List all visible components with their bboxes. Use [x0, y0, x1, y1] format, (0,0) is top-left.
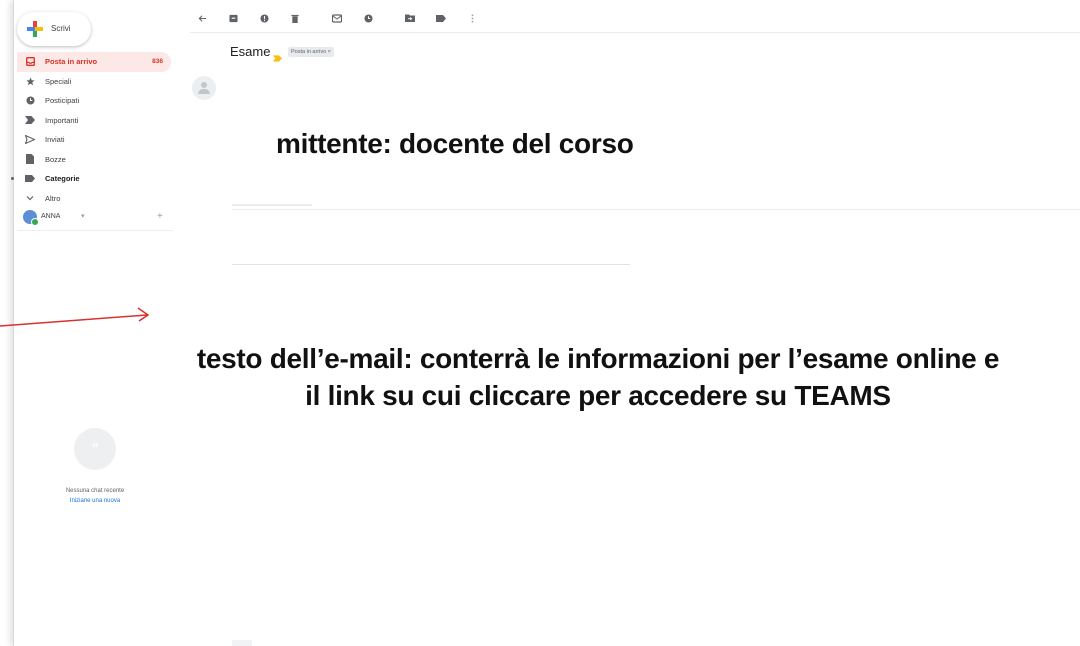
sender-annotation: mittente: docente del corso	[276, 128, 634, 159]
body-annotation: testo dell’e-mail: conterrà le informazi…	[108, 340, 1080, 414]
sender-avatar	[192, 76, 216, 100]
sidebar-item-snoozed[interactable]: Posticipati	[17, 91, 171, 111]
draft-icon	[25, 154, 35, 165]
sidebar-item-label: Posta in arrivo	[45, 57, 98, 67]
clock-icon	[25, 96, 35, 106]
sidebar-item-label: Importanti	[45, 115, 79, 125]
sidebar-item-important[interactable]: Importanti	[17, 111, 171, 131]
report-spam-icon[interactable]	[257, 11, 271, 25]
sidebar-item-label: Speciali	[45, 76, 72, 86]
inbox-label-chip[interactable]: Posta in arrivo ×	[288, 47, 334, 57]
important-icon	[25, 115, 35, 125]
sidebar-item-label: Categorie	[45, 174, 80, 184]
inbox-icon	[25, 57, 35, 67]
sidebar-item-inbox[interactable]: Posta in arrivo 836	[17, 52, 171, 72]
archive-icon[interactable]	[226, 11, 240, 25]
body-annotation-line-2: il link su cui cliccare per accedere su …	[305, 380, 891, 411]
hangouts-account-row[interactable]: ANNA ▾ +	[17, 208, 173, 231]
move-to-folder-icon[interactable]	[403, 11, 417, 25]
divider	[232, 204, 312, 206]
body-annotation-line-1: testo dell’e-mail: conterrà le informazi…	[196, 343, 1000, 374]
divider	[232, 264, 630, 265]
sidebar-item-label: Bozze	[45, 154, 66, 164]
plus-icon	[27, 21, 43, 37]
mark-unread-icon[interactable]	[330, 11, 344, 25]
send-icon	[25, 135, 35, 145]
important-marker-icon[interactable]	[273, 49, 282, 62]
sidebar-item-sent[interactable]: Inviati	[17, 130, 171, 150]
sidebar-item-label: Inviati	[45, 135, 65, 145]
toolbar-divider	[190, 32, 1080, 33]
sidebar-item-label: Posticipati	[45, 96, 80, 106]
no-recent-chats-text: Nessuna chat recente	[65, 488, 125, 494]
expand-dot-icon	[11, 177, 14, 180]
start-new-chat-link[interactable]: Iniziane una nuova	[40, 498, 150, 504]
snooze-icon[interactable]	[361, 11, 375, 25]
sidebar-nav: Posta in arrivo 836 Speciali Posticipati…	[11, 52, 171, 209]
chevron-down-icon[interactable]: ▾	[81, 212, 85, 220]
divider	[232, 209, 1080, 210]
delete-icon[interactable]	[288, 11, 302, 25]
label-icon	[25, 174, 35, 184]
sidebar-item-starred[interactable]: Speciali	[17, 72, 171, 92]
sidebar-item-label: Altro	[45, 193, 61, 203]
email-subject: Esame	[230, 44, 271, 59]
reply-area-hint	[232, 640, 252, 646]
compose-button[interactable]: Scrivi	[17, 12, 91, 46]
sidebar-item-more[interactable]: Altro	[17, 189, 171, 209]
label-icon[interactable]	[434, 11, 448, 25]
chevron-down-icon	[25, 193, 35, 203]
hangouts-quote-icon: ”	[74, 428, 116, 470]
sidebar-item-drafts[interactable]: Bozze	[17, 150, 171, 170]
compose-label: Scrivi	[51, 24, 71, 33]
star-icon	[25, 76, 35, 86]
back-arrow-icon[interactable]	[195, 11, 209, 25]
account-name: ANNA	[41, 213, 61, 220]
gmail-window	[13, 0, 1080, 646]
avatar[interactable]	[23, 210, 39, 226]
sidebar-item-categories[interactable]: Categorie	[11, 169, 171, 189]
more-vert-icon[interactable]	[465, 11, 479, 25]
annotation-arrow	[0, 307, 150, 327]
add-chat-button[interactable]: +	[157, 211, 163, 222]
message-toolbar	[195, 11, 496, 25]
unread-count: 836	[152, 58, 163, 66]
